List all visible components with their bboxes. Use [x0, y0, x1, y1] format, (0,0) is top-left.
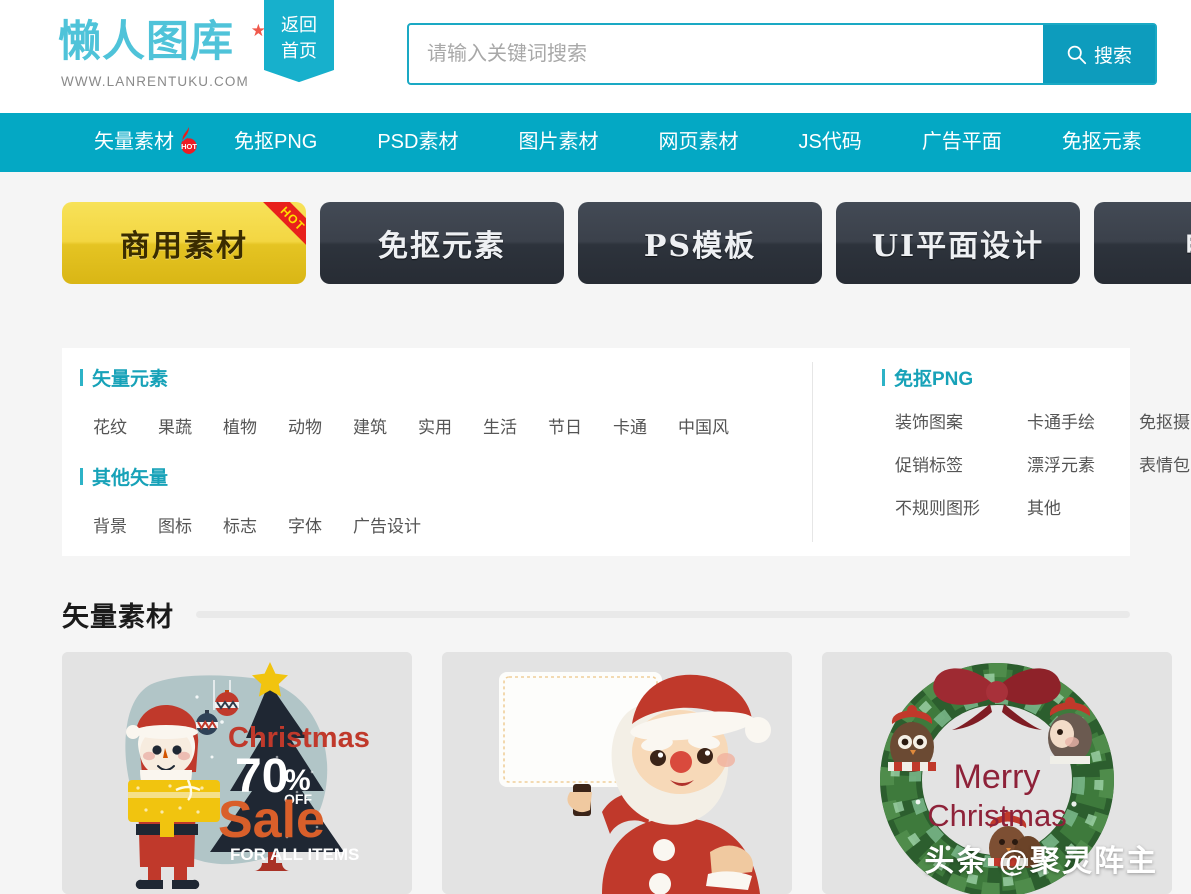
nav-item-png[interactable]: 免抠PNG: [204, 113, 347, 172]
nav-item-cutout[interactable]: 免抠元素: [1032, 113, 1172, 172]
nav-item-label: 免抠PNG: [234, 131, 318, 153]
ribbon-line-1: 返回: [281, 15, 317, 35]
link-emoji-pack[interactable]: 表情包: [1139, 451, 1191, 476]
link-pattern[interactable]: 花纹: [93, 413, 127, 438]
santa-sign-illustration: [442, 652, 792, 894]
link-festival[interactable]: 节日: [548, 413, 582, 438]
nav-item-ads[interactable]: 广告平面: [892, 113, 1032, 172]
link-fruit-veg[interactable]: 果蔬: [158, 413, 192, 438]
link-decorative-pattern[interactable]: 装饰图案: [895, 408, 1027, 433]
tab-ps-templates[interactable]: PS模板: [578, 202, 822, 284]
tab-label: PS模板: [643, 229, 757, 264]
nav-item-label: 矢量素材: [94, 131, 174, 153]
link-floating-element[interactable]: 漂浮元素: [1027, 451, 1139, 476]
christmas-sale-illustration: Christmas 70 % OFF Sale FOR ALL ITEMS: [62, 652, 412, 894]
thumbnail-card-santa-sign[interactable]: [442, 652, 792, 894]
group-title-png: 免抠PNG: [882, 364, 1191, 391]
link-architecture[interactable]: 建筑: [353, 413, 387, 438]
group-title-other-vector: 其他矢量: [80, 463, 850, 490]
vector-element-links: 花纹 果蔬 植物 动物 建筑 实用 生活 节日 卡通 中国风: [80, 396, 850, 441]
section-header: 矢量素材: [62, 592, 1130, 636]
tab-label: UI平面设计: [871, 229, 1045, 264]
card3-line2: Christmas: [927, 798, 1067, 833]
ribbon-notch: [264, 70, 334, 92]
group-title-label: 免抠PNG: [894, 369, 974, 390]
card3-line1: Merry: [954, 758, 1041, 796]
thumbnail-card-christmas-sale[interactable]: Christmas 70 % OFF Sale FOR ALL ITEMS: [62, 652, 412, 894]
site-header: 懒人图库 ★ WWW.LANRENTUKU.COM 返回 首页 搜索: [0, 0, 1191, 113]
png-links: 装饰图案 卡通手绘 免抠摄影 促销标签 漂浮元素 表情包 不规则图形 其他: [882, 408, 1191, 519]
link-irregular-shape[interactable]: 不规则图形: [895, 494, 1027, 519]
tab-ui-design[interactable]: UI平面设计: [836, 202, 1080, 284]
other-vector-links: 背景 图标 标志 字体 广告设计: [80, 495, 850, 540]
thumbnail-grid: Christmas 70 % OFF Sale FOR ALL ITEMS Me…: [62, 652, 1191, 894]
tab-commercial[interactable]: 商用素材 HOT: [62, 202, 306, 284]
tab-ecommerce[interactable]: 电商: [1094, 202, 1191, 284]
link-plants[interactable]: 植物: [223, 413, 257, 438]
main-navigation: 矢量素材 HOT 免抠PNG PSD素材 图片素材 网页素材 JS代码 广告平面: [0, 113, 1191, 172]
logo-url: WWW.LANRENTUKU.COM: [61, 74, 249, 89]
page-title: 矢量素材: [62, 601, 174, 632]
section-divider: [196, 610, 1130, 618]
tab-cutout-elements[interactable]: 免抠元素: [320, 202, 564, 284]
ribbon-line-2: 首页: [281, 41, 317, 61]
group-title-label: 其他矢量: [92, 468, 169, 489]
panel-column-left: 矢量元素 花纹 果蔬 植物 动物 建筑 实用 生活 节日 卡通 中国风 其他矢量…: [80, 364, 850, 540]
nav-item-label: PSD素材: [377, 131, 459, 153]
link-other[interactable]: 其他: [1027, 494, 1139, 519]
link-cartoon[interactable]: 卡通: [613, 413, 647, 438]
panel-column-right: 免抠PNG 装饰图案 卡通手绘 免抠摄影 促销标签 漂浮元素 表情包 不规则图形…: [882, 364, 1191, 519]
svg-text:HOT: HOT: [181, 142, 197, 151]
search-box: 搜索: [407, 23, 1157, 85]
nav-item-vector[interactable]: 矢量素材 HOT: [62, 113, 204, 172]
nav-items: 矢量素材 HOT 免抠PNG PSD素材 图片素材 网页素材 JS代码 广告平面: [62, 113, 1172, 172]
link-font[interactable]: 字体: [288, 512, 322, 537]
nav-item-web[interactable]: 网页素材: [628, 113, 768, 172]
search-input[interactable]: [409, 25, 1047, 83]
link-promo-label[interactable]: 促销标签: [895, 451, 1027, 476]
link-ad-design[interactable]: 广告设计: [353, 512, 421, 537]
link-cutout-photography[interactable]: 免抠摄影: [1139, 408, 1191, 433]
back-to-home-ribbon[interactable]: 返回 首页: [264, 0, 334, 92]
nav-item-label: 免抠元素: [1061, 131, 1142, 153]
nav-item-images[interactable]: 图片素材: [488, 113, 628, 172]
merry-christmas-wreath-illustration: Merry Christmas: [822, 652, 1172, 894]
group-title-vector-elements: 矢量元素: [80, 364, 850, 391]
link-background[interactable]: 背景: [93, 512, 127, 537]
nav-item-js[interactable]: JS代码: [768, 113, 891, 172]
nav-item-label: 网页素材: [658, 131, 739, 153]
logo-wordmark: 懒人图库: [58, 17, 234, 67]
flame-hot-icon: HOT: [175, 121, 203, 154]
thumbnail-card-merry-wreath[interactable]: Merry Christmas 头条 @聚灵阵主: [822, 652, 1172, 894]
tab-label: 商用素材: [120, 229, 248, 264]
link-chinese-style[interactable]: 中国风: [678, 413, 729, 438]
link-icon[interactable]: 图标: [158, 512, 192, 537]
link-cartoon-hand-drawn[interactable]: 卡通手绘: [1027, 408, 1139, 433]
site-logo[interactable]: 懒人图库 ★ WWW.LANRENTUKU.COM: [58, 16, 266, 96]
hot-corner-badge: HOT: [255, 202, 306, 256]
tab-label: 免抠元素: [378, 229, 506, 264]
category-panel: 矢量元素 花纹 果蔬 植物 动物 建筑 实用 生活 节日 卡通 中国风 其他矢量…: [62, 348, 1191, 556]
group-title-label: 矢量元素: [92, 369, 169, 390]
card1-line6: FOR ALL ITEMS: [230, 845, 359, 864]
nav-item-label: 广告平面: [921, 131, 1002, 153]
tab-label: 电商: [1184, 221, 1191, 265]
nav-item-label: 图片素材: [518, 131, 599, 153]
link-life[interactable]: 生活: [483, 413, 517, 438]
category-tabs: 商用素材 HOT 免抠元素 PS模板 UI平面设计 电商: [62, 202, 1191, 284]
card1-line5: Sale: [218, 791, 325, 849]
link-animals[interactable]: 动物: [288, 413, 322, 438]
link-practical[interactable]: 实用: [418, 413, 452, 438]
search-button-label: 搜索: [1093, 45, 1132, 67]
nav-item-psd[interactable]: PSD素材: [347, 113, 488, 172]
search-icon: [1066, 44, 1087, 65]
search-button[interactable]: 搜索: [1043, 25, 1155, 83]
link-logo[interactable]: 标志: [223, 512, 257, 537]
nav-item-label: JS代码: [798, 131, 862, 153]
